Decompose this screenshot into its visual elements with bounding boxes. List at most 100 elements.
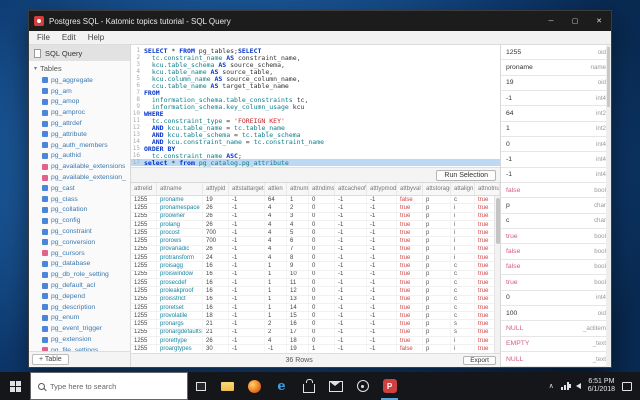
clock[interactable]: 6:51 PM 6/1/2018 [588, 378, 615, 394]
sidebar-table-pg_collation[interactable]: pg_collation [29, 205, 130, 216]
file-explorer-icon[interactable] [214, 372, 241, 400]
inspector-row[interactable]: NULL _text [501, 351, 611, 368]
inspector-row[interactable]: NULL _aclitem [501, 321, 611, 337]
sidebar-table-pg_conversion[interactable]: pg_conversion [29, 237, 130, 248]
table-row[interactable]: 1255 provolatile 18 -1 1 15 0 -1 -1 true p c true [131, 312, 500, 321]
inspector-row[interactable]: 1 int2 [501, 121, 611, 138]
store-icon[interactable] [295, 372, 322, 400]
scrollbar-thumb[interactable] [607, 47, 610, 107]
edge-icon[interactable]: e [268, 372, 295, 400]
sql-editor[interactable]: 1 SELECT * FROM pg_tables; SELECT 2 tc.cons… [131, 45, 500, 167]
table-row[interactable]: 1255 proiswindow 16 -1 1 10 0 -1 -1 true p c true [131, 270, 500, 279]
column-header-atttypid[interactable]: atttypid [203, 183, 229, 195]
table-row[interactable]: 1255 procost 700 -1 4 5 0 -1 -1 true p i true [131, 229, 500, 238]
firefox-icon[interactable] [241, 372, 268, 400]
inspector-row[interactable]: 64 int2 [501, 106, 611, 122]
inspector-scrollbar[interactable] [606, 45, 611, 367]
table-row[interactable]: 1255 proname 19 -1 64 1 0 -1 -1 false p c true [131, 196, 500, 205]
table-row[interactable]: 1255 proretset 16 -1 1 14 0 -1 -1 true p c true [131, 303, 500, 313]
table-row[interactable]: 1255 prolang 26 -1 4 4 0 -1 -1 true p i true [131, 220, 500, 230]
sidebar-table-pg_event_trigger[interactable]: pg_event_trigger [29, 323, 130, 334]
mail-icon[interactable] [322, 372, 349, 400]
grid-vertical-scrollbar[interactable] [494, 196, 500, 353]
table-row[interactable]: 1255 prorettype 26 -1 4 18 0 -1 -1 true p i true [131, 337, 500, 346]
inspector-row[interactable]: true bool [501, 275, 611, 291]
run-selection-button[interactable]: Run Selection [436, 169, 496, 181]
inspector-row[interactable]: 0 int4 [501, 137, 611, 153]
close-button[interactable]: ✕ [587, 11, 611, 31]
sidebar-table-pg_enum[interactable]: pg_enum [29, 313, 130, 324]
column-header-attnum[interactable]: attnum [287, 183, 309, 195]
sidebar-table-pg_attribute[interactable]: pg_attribute [29, 129, 130, 140]
column-header-attrelid[interactable]: attrelid [131, 183, 157, 195]
editor-line-14[interactable]: 14 AND kcu.constraint_name = tc.constrai… [131, 138, 500, 146]
table-row[interactable]: 1255 protransform 24 -1 4 8 0 -1 -1 true p i true [131, 254, 500, 263]
inspector-row[interactable]: proname name [501, 60, 611, 76]
inspector-row[interactable]: -1 int4 [501, 91, 611, 107]
sidebar-table-pg_database[interactable]: pg_database [29, 259, 130, 270]
column-header-attname[interactable]: attname [157, 183, 203, 195]
column-header-attstorage[interactable]: attstorage [423, 183, 451, 195]
tables-section-header[interactable]: ▾ Tables [29, 61, 130, 75]
inspector-row[interactable]: -1 int4 [501, 167, 611, 184]
sidebar-table-pg_available_extension_versions[interactable]: pg_available_extension_versions [29, 172, 130, 183]
editor-line-9[interactable]: 9 information_schema.key_column_usage kc… [131, 103, 500, 111]
sidebar-table-pg_aggregate[interactable]: pg_aggregate [29, 75, 130, 86]
column-header-attstattarget[interactable]: attstattarget [229, 183, 265, 195]
sidebar-table-pg_cursors[interactable]: pg_cursors [29, 248, 130, 259]
table-row[interactable]: 1255 pronamespace 26 -1 4 2 0 -1 -1 true p i true [131, 204, 500, 213]
table-row[interactable]: 1255 pronargs 21 -1 2 16 0 -1 -1 true p s true [131, 320, 500, 329]
postgres-app-icon[interactable]: P [376, 372, 403, 400]
export-button[interactable]: Export [463, 356, 496, 365]
table-row[interactable]: 1255 proisagg 16 -1 1 9 0 -1 -1 true p c true [131, 262, 500, 271]
title-bar[interactable]: Postgres SQL - Katomic topics tutorial -… [29, 11, 611, 31]
sidebar-table-pg_db_role_setting[interactable]: pg_db_role_setting [29, 269, 130, 280]
inspector-row[interactable]: 0 int4 [501, 290, 611, 306]
sidebar-table-pg_available_extensions[interactable]: pg_available_extensions [29, 161, 130, 172]
task-view-button[interactable] [188, 372, 214, 400]
settings-icon[interactable] [349, 372, 376, 400]
menu-file[interactable]: File [37, 33, 50, 42]
tray-expand-icon[interactable]: ∧ [549, 382, 554, 390]
table-row[interactable]: 1255 prorows 700 -1 4 6 0 -1 -1 true p i true [131, 237, 500, 246]
table-row[interactable]: 1255 provariadic 26 -1 4 7 0 -1 -1 true p i true [131, 245, 500, 255]
maximize-button[interactable]: ▢ [563, 11, 587, 31]
taskbar-search[interactable]: Type here to search [30, 372, 188, 400]
sidebar-table-pg_authid[interactable]: pg_authid [29, 151, 130, 162]
desktop[interactable]: Postgres SQL - Katomic topics tutorial -… [0, 0, 640, 400]
sidebar-table-pg_depend[interactable]: pg_depend [29, 291, 130, 302]
column-header-attbyval[interactable]: attbyval [397, 183, 423, 195]
minimize-button[interactable]: ─ [539, 11, 563, 31]
editor-line-6[interactable]: 6 ccu.table_name AS target_table_name [131, 82, 500, 90]
sidebar-table-pg_extension[interactable]: pg_extension [29, 334, 130, 345]
table-row[interactable]: 1255 proleakproof 16 -1 1 12 0 -1 -1 true p c true [131, 287, 500, 296]
inspector-row[interactable]: false bool [501, 244, 611, 260]
inspector-row[interactable]: c char [501, 213, 611, 230]
inspector-row[interactable]: -1 int4 [501, 152, 611, 168]
editor-line-17[interactable]: 17 select * from pg_catalog.pg_attribute [131, 159, 500, 167]
table-row[interactable]: 1255 proisstrict 16 -1 1 13 0 -1 -1 true p c true [131, 295, 500, 304]
menu-help[interactable]: Help [88, 33, 104, 42]
inspector-row[interactable]: false bool [501, 259, 611, 276]
action-center-icon[interactable] [622, 381, 632, 391]
table-row[interactable]: 1255 proargtypes 30 -1 -1 19 1 -1 -1 false p i true [131, 345, 500, 353]
column-header-attnotnull[interactable]: attnotnull [475, 183, 500, 195]
inspector-row[interactable]: 19 oid [501, 75, 611, 92]
sidebar-table-pg_amop[interactable]: pg_amop [29, 97, 130, 108]
sidebar-table-pg_am[interactable]: pg_am [29, 86, 130, 97]
inspector-row[interactable]: 1255 oid [501, 45, 611, 61]
column-header-attlen[interactable]: attlen [265, 183, 287, 195]
sidebar-table-pg_description[interactable]: pg_description [29, 302, 130, 313]
inspector-row[interactable]: EMPTY _text [501, 336, 611, 352]
add-table-button[interactable]: + Table [32, 354, 69, 365]
table-row[interactable]: 1255 prosecdef 16 -1 1 11 0 -1 -1 true p c true [131, 278, 500, 288]
inspector-row[interactable]: true bool [501, 229, 611, 245]
inspector-row[interactable]: p char [501, 198, 611, 214]
sidebar-table-pg_cast[interactable]: pg_cast [29, 183, 130, 194]
inspector-row[interactable]: 100 oid [501, 305, 611, 322]
volume-icon[interactable] [567, 383, 581, 389]
start-button[interactable] [0, 372, 30, 400]
sidebar-table-pg_attrdef[interactable]: pg_attrdef [29, 118, 130, 129]
column-header-atttypmod[interactable]: atttypmod [367, 183, 397, 195]
sidebar-table-pg_amproc[interactable]: pg_amproc [29, 107, 130, 118]
